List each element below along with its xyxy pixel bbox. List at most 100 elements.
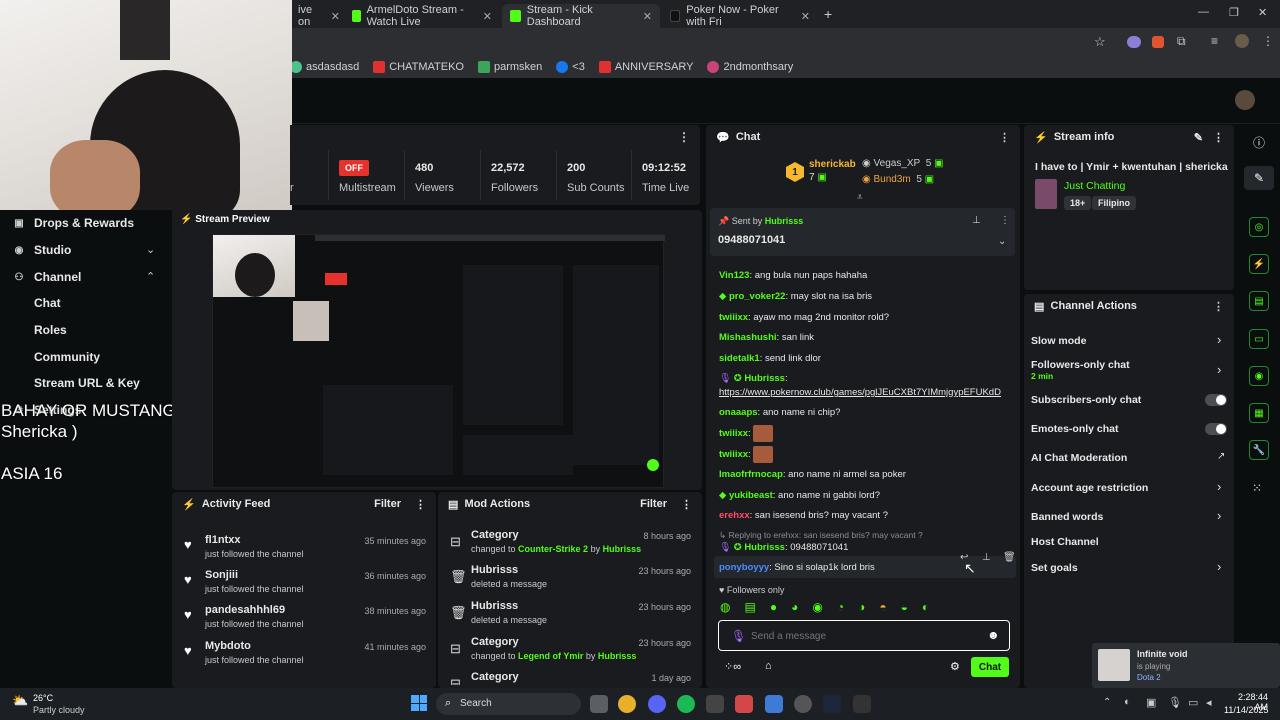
mic-icon[interactable]: 🎙 [1168, 696, 1182, 709]
chat-username[interactable]: onaaaps [719, 407, 758, 418]
feed-username[interactable]: Sonjiii [205, 569, 238, 581]
info-icon[interactable]: ⓘ [1253, 134, 1265, 151]
chevron-down-icon[interactable]: ⌄ [146, 243, 155, 256]
account-age-item[interactable]: Account age restriction [1031, 482, 1148, 494]
tray-icon[interactable]: ◐ [1124, 696, 1131, 708]
chevron-up-icon[interactable]: ⌃ [1103, 697, 1111, 708]
bookmark[interactable]: 2ndmonthsary [707, 61, 793, 73]
emoji-icon[interactable]: ☻ [987, 628, 1000, 642]
files-icon[interactable] [590, 695, 608, 713]
emote-icon[interactable]: ◑ [858, 600, 865, 616]
menu-icon[interactable]: ⋮ [1262, 34, 1274, 48]
bookmark[interactable]: parmsken [477, 61, 542, 73]
leader-name[interactable]: Bund3m [874, 174, 911, 185]
chat-username[interactable]: sidetalk1 [719, 353, 760, 364]
app-icon[interactable] [706, 695, 724, 713]
mod-detail-user[interactable]: Hubrisss [598, 651, 637, 661]
ai-moderation-item[interactable]: AI Chat Moderation [1031, 452, 1127, 464]
sidebar-item-community[interactable]: Community [34, 350, 100, 364]
app-icon[interactable] [735, 695, 753, 713]
emote-icon[interactable]: ◔ [837, 600, 844, 616]
chat-tools-icon[interactable]: ⁘∞ [724, 660, 741, 673]
pin-icon[interactable]: ⊥ [982, 552, 991, 563]
leader-name[interactable]: sherickab [809, 159, 856, 170]
banned-words-item[interactable]: Banned words [1031, 511, 1103, 523]
emote-icon[interactable]: ● [770, 600, 777, 616]
close-icon[interactable]: ✕ [331, 10, 340, 23]
preview-video[interactable] [212, 234, 665, 488]
chevron-up-icon[interactable]: ⌃ [146, 270, 155, 283]
broadcast-icon[interactable]: ◉ [1249, 366, 1269, 386]
bookmark[interactable]: CHATMATEKO [373, 61, 464, 73]
store-icon[interactable]: ⌂ [765, 660, 772, 672]
bookmark[interactable]: <3 [556, 61, 585, 73]
filter-button[interactable]: Filter [640, 498, 667, 510]
discord-icon[interactable] [648, 695, 666, 713]
feed-username[interactable]: Mybdoto [205, 640, 251, 652]
chat-username[interactable]: Vin123 [719, 270, 749, 281]
app-icon[interactable] [794, 695, 812, 713]
notepad-icon[interactable] [765, 695, 783, 713]
close-window-icon[interactable]: ✕ [1258, 6, 1267, 19]
edit-icon[interactable]: ✎ [1194, 131, 1203, 144]
chat-username[interactable]: twiiixx [719, 312, 748, 323]
bookmark[interactable]: ANNIVERSARY [598, 61, 693, 73]
game-notification[interactable]: Infinite void is playing Dota 2 [1092, 643, 1280, 688]
tray-icon[interactable]: ▣ [1146, 696, 1156, 709]
mod-detail-category[interactable]: Counter-Strike 2 [518, 544, 588, 554]
layout-icon[interactable]: ▦ [1249, 403, 1269, 423]
tab-poker-now[interactable]: Poker Now - Poker with Fri ✕ [662, 4, 818, 28]
collapse-icon[interactable]: ⩡ [857, 192, 863, 203]
subscribers-only-toggle[interactable] [1205, 394, 1227, 406]
volume-icon[interactable]: ◂ [1206, 696, 1212, 709]
tab-kick-dashboard[interactable]: Stream - Kick Dashboard ✕ [502, 4, 660, 28]
pin-toggle-icon[interactable]: ⊥ [972, 215, 981, 226]
menu-icon[interactable]: ⋮ [415, 498, 426, 511]
chat-username[interactable]: Hubrisss [744, 542, 785, 553]
media-icon[interactable]: ≡ [1211, 34, 1218, 48]
chat-username[interactable]: yukibeast [729, 490, 773, 501]
emotes-only-toggle[interactable] [1205, 423, 1227, 435]
set-goals-item[interactable]: Set goals [1031, 562, 1078, 574]
edit-icon[interactable]: ✎ [1244, 166, 1274, 190]
close-icon[interactable]: ✕ [643, 10, 652, 23]
menu-icon[interactable]: ⋮ [999, 131, 1010, 144]
chevron-down-icon[interactable]: ⌄ [998, 236, 1006, 247]
multistream-badge[interactable]: OFF [339, 160, 369, 176]
mod-action-name[interactable]: Hubrisss [471, 564, 518, 576]
emote-icon[interactable]: ◓ [879, 600, 886, 616]
sidebar-item-channel[interactable]: ⚇ Channel [14, 270, 82, 284]
chevron-right-icon[interactable]: › [1217, 508, 1221, 523]
profile-avatar[interactable] [1235, 34, 1249, 48]
extension-icon[interactable] [1152, 36, 1164, 48]
start-icon[interactable] [411, 695, 427, 711]
close-icon[interactable]: ✕ [801, 10, 810, 23]
emote-icon[interactable]: ◍ [720, 600, 730, 616]
mod-detail-user[interactable]: Hubrisss [603, 544, 642, 554]
category-link[interactable]: Just Chatting [1064, 180, 1125, 192]
close-icon[interactable]: ✕ [483, 10, 492, 23]
star-icon[interactable]: ☆ [1094, 34, 1106, 50]
menu-icon[interactable]: ⋮ [681, 498, 692, 511]
sidebar-item-studio[interactable]: ◉ Studio [14, 243, 72, 257]
menu-icon[interactable]: ⋮ [1213, 300, 1224, 313]
host-channel-item[interactable]: Host Channel [1031, 536, 1099, 548]
chat-input[interactable] [751, 627, 971, 645]
extension-icon[interactable] [1127, 36, 1141, 48]
emote-icon[interactable]: ▤ [744, 600, 755, 616]
chat-link[interactable]: https://www.pokernow.club/games/pglJEuCX… [719, 387, 1001, 398]
chat-username[interactable]: Mishashushi [719, 332, 777, 343]
mod-detail-category[interactable]: Legend of Ymir [518, 651, 583, 661]
menu-icon[interactable]: ⋮ [1213, 131, 1224, 144]
network-icon[interactable]: ▭ [1188, 696, 1198, 709]
chat-username[interactable]: twiiixx [719, 449, 748, 460]
pinned-user[interactable]: Hubrisss [765, 216, 804, 226]
chat-username[interactable]: lmaofrfrnocap [719, 469, 783, 480]
sidebar-item-stream-url[interactable]: Stream URL & Key [34, 376, 140, 390]
emote-icon[interactable]: ◉ [812, 600, 822, 616]
chat-username[interactable]: ponyboyyy [719, 562, 769, 573]
wrench-icon[interactable]: 🔧 [1249, 440, 1269, 460]
sidebar-item-chat[interactable]: Chat [34, 296, 61, 310]
tab-armeldoto[interactable]: ArmelDoto Stream - Watch Live ✕ [344, 4, 500, 28]
feed-username[interactable]: fl1ntxx [205, 534, 240, 546]
